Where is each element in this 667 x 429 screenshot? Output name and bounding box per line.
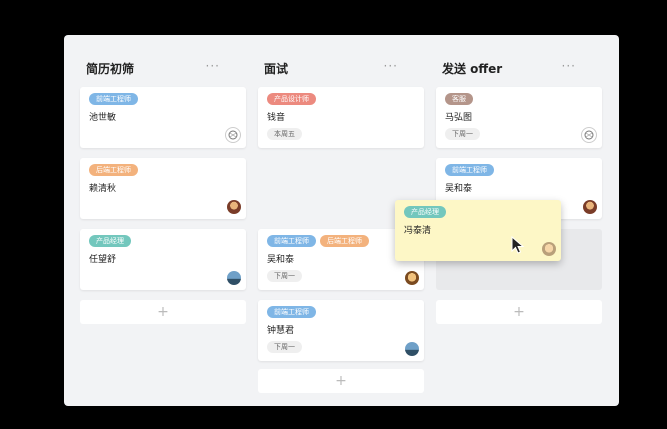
candidate-name: 吴和泰 <box>445 184 473 194</box>
due-date-badge: 下周一 <box>445 128 480 140</box>
column-title: 简历初筛 <box>86 62 135 76</box>
add-card-button[interactable]: + <box>80 300 246 324</box>
candidate-card[interactable]: 后端工程师 赖清秋 <box>80 158 246 219</box>
candidate-card[interactable]: 产品设计师 钱音 本周五 <box>258 87 424 148</box>
column-more-button[interactable]: ··· <box>206 59 220 73</box>
candidate-name: 马弘图 <box>445 113 473 123</box>
candidate-name: 冯泰清 <box>404 226 432 236</box>
tag: 产品经理 <box>89 235 131 247</box>
tag: 后端工程师 <box>320 235 369 247</box>
column-more-button[interactable]: ··· <box>562 59 576 73</box>
tag: 前端工程师 <box>267 235 316 247</box>
mouse-cursor-icon <box>511 236 525 254</box>
avatar-outline-icon <box>581 127 597 143</box>
candidate-name: 池世敏 <box>89 113 117 123</box>
tag: 客服 <box>445 93 473 105</box>
dragging-card[interactable]: 产品经理 冯泰清 <box>395 200 561 261</box>
avatar-photo-icon <box>405 342 419 356</box>
avatar-photo-icon <box>405 271 419 285</box>
candidate-card[interactable]: 产品经理 任望舒 <box>80 229 246 290</box>
column-more-button[interactable]: ··· <box>384 59 398 73</box>
tag: 后端工程师 <box>89 164 138 176</box>
due-date-badge: 下周一 <box>267 341 302 353</box>
avatar-outline-icon <box>225 127 241 143</box>
candidate-name: 钟慧君 <box>267 326 295 336</box>
tag: 前端工程师 <box>445 164 494 176</box>
avatar-photo-icon <box>227 200 241 214</box>
candidate-card[interactable]: 客服 马弘图 下周一 <box>436 87 602 148</box>
avatar-photo-icon <box>227 271 241 285</box>
candidate-name: 任望舒 <box>89 255 117 265</box>
due-date-badge: 本周五 <box>267 128 302 140</box>
column-title: 面试 <box>264 62 289 76</box>
column-title: 发送 offer <box>442 62 503 76</box>
due-date-badge: 下周一 <box>267 270 302 282</box>
avatar-photo-icon <box>542 242 556 256</box>
tag: 前端工程师 <box>267 306 316 318</box>
candidate-card[interactable]: 前端工程师 钟慧君 下周一 <box>258 300 424 361</box>
candidate-name: 钱音 <box>267 113 286 123</box>
candidate-name: 吴和泰 <box>267 255 295 265</box>
tag: 产品设计师 <box>267 93 316 105</box>
add-card-button[interactable]: + <box>258 369 424 393</box>
avatar-photo-icon <box>583 200 597 214</box>
add-card-button[interactable]: + <box>436 300 602 324</box>
tag: 前端工程师 <box>89 93 138 105</box>
candidate-name: 赖清秋 <box>89 184 117 194</box>
tag: 产品经理 <box>404 206 446 218</box>
candidate-card[interactable]: 前端工程师 池世敏 <box>80 87 246 148</box>
